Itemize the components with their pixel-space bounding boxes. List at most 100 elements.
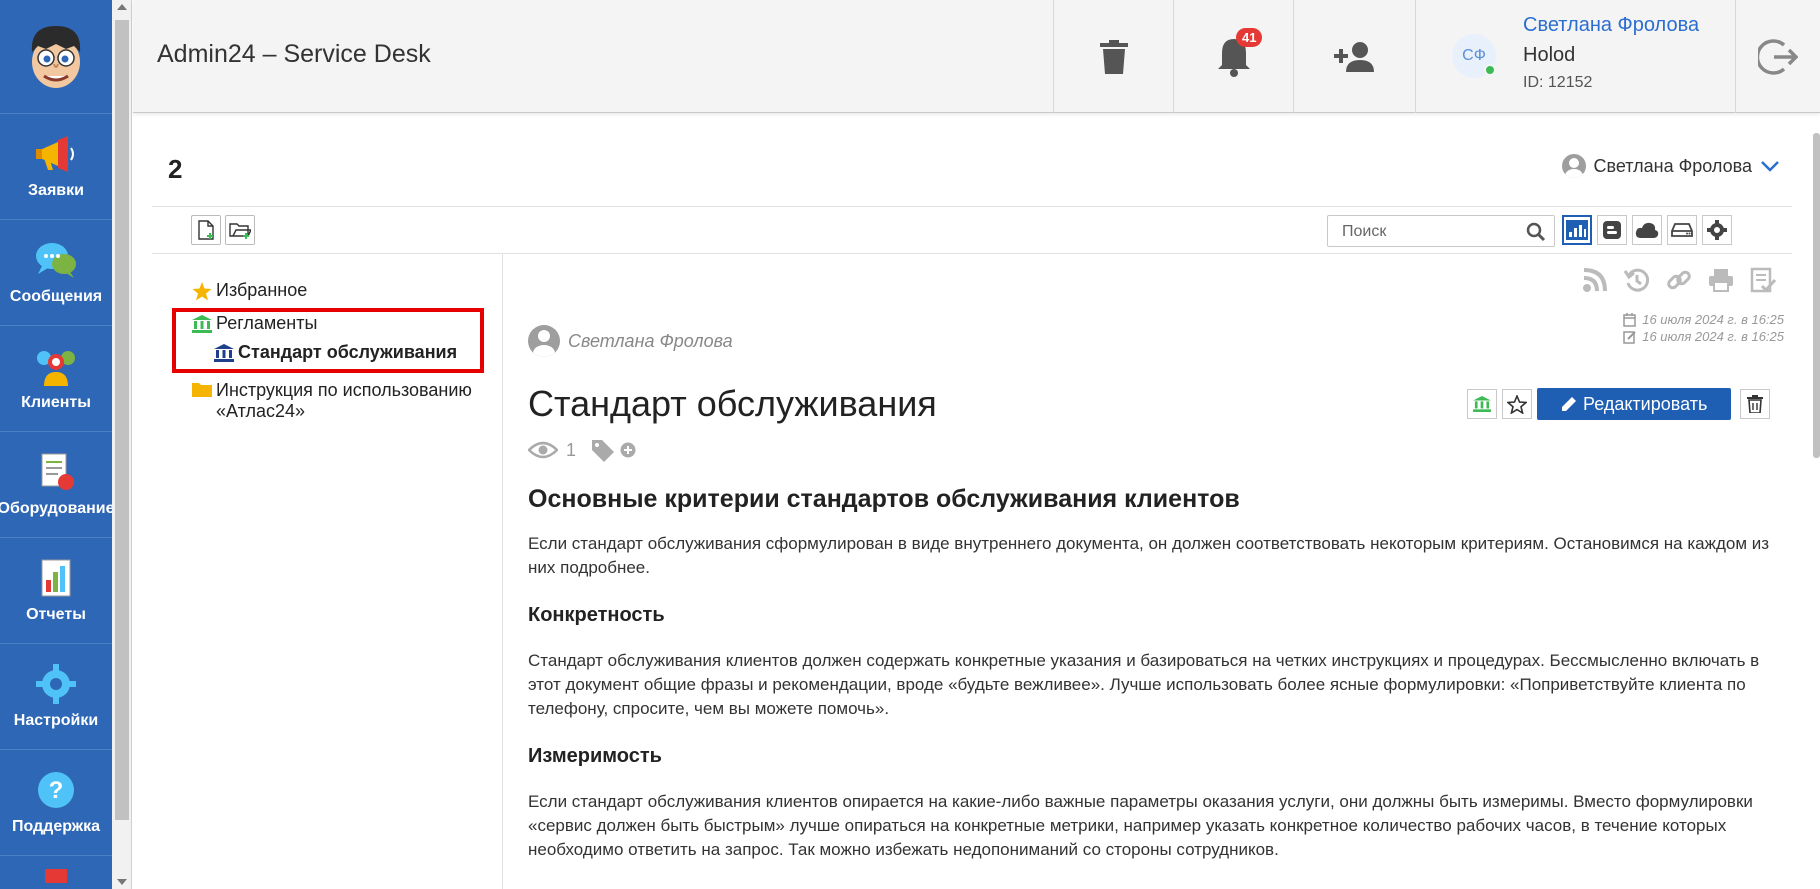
- logout-button[interactable]: [1735, 0, 1820, 113]
- megaphone-icon: [36, 135, 74, 172]
- calendar-icon: [1623, 312, 1636, 327]
- scrollbar-thumb[interactable]: [115, 20, 129, 820]
- sidebar-item-label: Клиенты: [21, 393, 91, 411]
- history-icon[interactable]: [1624, 267, 1650, 293]
- new-file-icon: [198, 220, 214, 240]
- views-count: 1: [566, 439, 577, 460]
- sidebar-item-label: Оборудование: [0, 499, 115, 517]
- drive-button[interactable]: [1667, 215, 1697, 245]
- article-subheading: Конкретность: [528, 604, 665, 626]
- sidebar-item-label: Поддержка: [11, 817, 101, 835]
- reports-icon: [41, 559, 71, 596]
- created-date: 16 июля 2024 г. в 16:25: [1623, 312, 1784, 327]
- blogger-button[interactable]: [1597, 215, 1627, 245]
- sidebar-item-reports[interactable]: Отчеты: [0, 537, 112, 643]
- rss-icon[interactable]: [1582, 267, 1608, 293]
- edit-button[interactable]: Редактировать: [1537, 388, 1732, 420]
- svg-text:?: ?: [49, 777, 64, 804]
- sidebar-item-more[interactable]: [0, 855, 112, 889]
- article-meta: 1: [528, 438, 636, 462]
- tree-item-favorites[interactable]: Избранное: [192, 280, 307, 301]
- author-avatar-icon: [528, 325, 560, 357]
- sidebar-item-clients[interactable]: Клиенты: [0, 325, 112, 431]
- app-logo[interactable]: [0, 0, 112, 113]
- owner-name: Светлана Фролова: [1593, 155, 1752, 176]
- favorite-button[interactable]: [1502, 389, 1532, 419]
- user-org: Holod: [1523, 44, 1576, 66]
- sidebar-item-label: Настройки: [13, 711, 99, 729]
- highlight-box: [172, 308, 484, 373]
- checklist-icon[interactable]: [1750, 267, 1776, 293]
- gear-icon: [36, 663, 76, 704]
- content-scrollbar-thumb[interactable]: [1813, 133, 1820, 458]
- blogger-icon: [1603, 221, 1621, 239]
- sidebar-item-support[interactable]: ? Поддержка: [0, 749, 112, 855]
- sidebar-scrollbar[interactable]: [112, 0, 132, 889]
- search-icon[interactable]: [1526, 222, 1546, 242]
- user-name-link[interactable]: Светлана Фролова: [1523, 14, 1699, 37]
- new-folder-icon: [229, 223, 251, 239]
- new-folder-button[interactable]: [225, 215, 255, 245]
- print-icon[interactable]: [1708, 267, 1734, 293]
- dashboard-view-button[interactable]: [1562, 215, 1592, 245]
- tags-icon[interactable]: [590, 438, 618, 462]
- scroll-down-arrow[interactable]: [117, 879, 127, 885]
- sidebar-item-equipment[interactable]: Оборудование: [0, 431, 115, 537]
- trash-button[interactable]: [1053, 0, 1173, 113]
- hard-drive-icon: [1671, 223, 1693, 237]
- gear-icon: [1707, 220, 1727, 240]
- article-paragraph: Если стандарт обслуживания клиентов опир…: [528, 792, 1753, 859]
- owner-avatar-icon: [1561, 154, 1586, 178]
- cloud-icon: [1635, 222, 1659, 238]
- settings-button[interactable]: [1702, 215, 1732, 245]
- pencil-icon: [1562, 397, 1576, 411]
- star-icon: [192, 282, 212, 301]
- chat-bubbles-icon: [36, 242, 76, 278]
- article-paragraph: Если стандарт обслуживания сформулирован…: [528, 534, 1770, 577]
- chevron-down-icon: [1761, 161, 1779, 172]
- article-toolbar: [1582, 267, 1776, 293]
- new-document-button[interactable]: [191, 215, 221, 245]
- article-paragraph: Стандарт обслуживания клиентов должен со…: [528, 651, 1760, 718]
- delete-article-button[interactable]: [1740, 389, 1771, 419]
- article-title: Стандарт обслуживания: [528, 383, 937, 424]
- author-name: Светлана Фролова: [568, 330, 733, 351]
- user-profile[interactable]: СФ Светлана Фролова Holod ID: 12152: [1415, 0, 1735, 113]
- scroll-up-arrow[interactable]: [117, 4, 127, 10]
- tree-item-label: Избранное: [216, 280, 308, 300]
- modified-date-text: 16 июля 2024 г. в 16:25: [1642, 329, 1784, 344]
- owner-dropdown[interactable]: Светлана Фролова: [1561, 154, 1780, 178]
- link-icon[interactable]: [1666, 267, 1692, 293]
- panel-divider: [502, 254, 503, 889]
- section-button[interactable]: [1467, 389, 1497, 419]
- cloud-button[interactable]: [1632, 215, 1662, 245]
- notifications-button[interactable]: 41: [1173, 0, 1293, 113]
- article-author[interactable]: Светлана Фролова: [528, 325, 733, 357]
- user-id: ID: 12152: [1523, 74, 1593, 91]
- notifications-badge: 41: [1236, 28, 1263, 47]
- article-actions: Редактировать: [1467, 388, 1771, 420]
- online-status-dot: [1484, 64, 1496, 76]
- sidebar-item-messages[interactable]: Сообщения: [0, 219, 112, 325]
- clients-icon: [37, 350, 75, 386]
- add-tag-icon[interactable]: [620, 442, 636, 458]
- sidebar-item-label: Заявки: [28, 181, 84, 199]
- institution-icon: [1473, 396, 1491, 412]
- divider: [152, 206, 1792, 207]
- sidebar-item-label: Отчеты: [26, 605, 86, 623]
- edit-button-label: Редактировать: [1583, 393, 1708, 414]
- sidebar-item-settings[interactable]: Настройки: [0, 643, 112, 749]
- tree-item-instruction[interactable]: Инструкция по использованию «Атлас24»: [192, 380, 492, 422]
- dashboard-icon: [1566, 220, 1588, 240]
- modified-date: 16 июля 2024 г. в 16:25: [1623, 329, 1784, 344]
- logout-icon: [1758, 38, 1798, 75]
- trash-icon: [1099, 39, 1128, 74]
- sidebar-item-requests[interactable]: Заявки: [0, 113, 112, 219]
- trash-icon: [1747, 395, 1764, 413]
- add-user-button[interactable]: [1293, 0, 1415, 113]
- star-outline-icon: [1507, 394, 1527, 414]
- created-date-text: 16 июля 2024 г. в 16:25: [1642, 312, 1784, 327]
- app-title: Admin24 – Service Desk: [157, 40, 431, 68]
- search-input[interactable]: [1342, 222, 1522, 242]
- article-heading: Основные критерии стандартов обслуживани…: [528, 485, 1240, 513]
